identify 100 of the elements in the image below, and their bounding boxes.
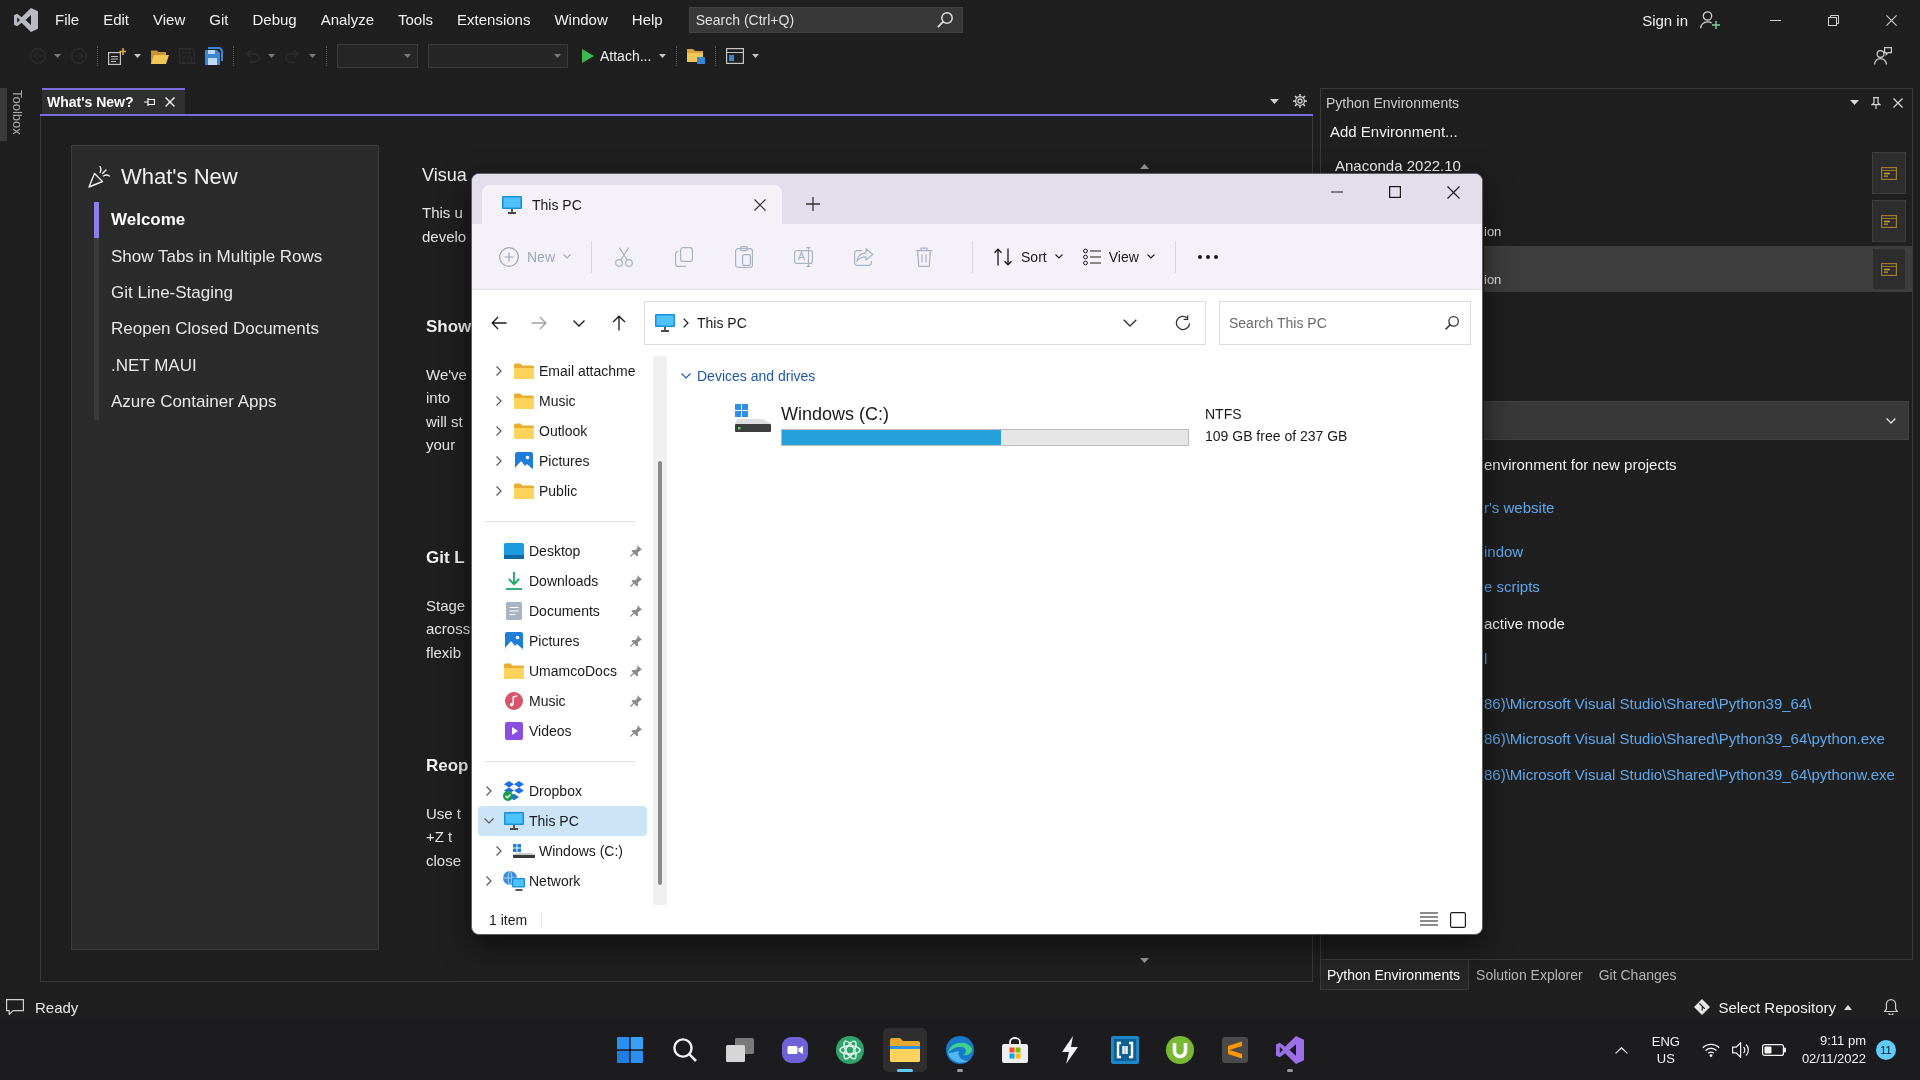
chevron-up-icon[interactable] xyxy=(1614,1046,1628,1054)
open-folder-icon[interactable] xyxy=(151,48,169,64)
restore-icon[interactable] xyxy=(1827,14,1839,26)
start-icon[interactable] xyxy=(617,1037,643,1063)
menu-item[interactable]: Window xyxy=(542,9,620,31)
back-arrow-icon[interactable] xyxy=(491,316,507,330)
overview-link[interactable]: r's website xyxy=(1484,499,1555,516)
new-item-icon[interactable] xyxy=(108,47,126,65)
dropdown-triangle-icon[interactable] xyxy=(1850,100,1859,105)
search-icon[interactable] xyxy=(673,1038,697,1062)
nav-item[interactable]: Outlook xyxy=(478,416,647,446)
u-letter-circle-icon[interactable] xyxy=(1166,1036,1194,1064)
scroll-thumb[interactable] xyxy=(658,461,662,885)
repository-button[interactable]: Select Repository xyxy=(1694,998,1852,1016)
console-button[interactable] xyxy=(1872,152,1906,194)
nav-item[interactable]: Documents xyxy=(478,596,647,626)
tab[interactable]: This PC xyxy=(482,185,782,224)
s-letter-tile-icon[interactable] xyxy=(1222,1037,1248,1063)
drive-name[interactable]: Windows (C:) xyxy=(781,403,1189,425)
breadcrumb[interactable]: This PC xyxy=(697,315,747,331)
menu-item[interactable]: Extensions xyxy=(445,9,543,31)
attach-button[interactable]: Attach... xyxy=(582,48,652,64)
chevron-right-icon[interactable] xyxy=(496,396,502,406)
ellipsis-icon[interactable] xyxy=(1197,254,1218,259)
settings-icon[interactable] xyxy=(1293,94,1307,108)
nav-item[interactable]: Videos xyxy=(478,716,647,746)
nav-link[interactable]: Show Tabs in Multiple Rows xyxy=(94,238,378,275)
environment-name[interactable]: Anaconda 2022.10 xyxy=(1335,157,1461,174)
menu-item[interactable]: Debug xyxy=(240,9,309,31)
wifi-icon[interactable] xyxy=(1701,1043,1720,1057)
chevron-down-icon[interactable] xyxy=(573,319,585,327)
overview-link[interactable]: 86)\Microsoft Visual Studio\Shared\Python39_64\pythonw.exe xyxy=(1484,766,1895,783)
menu-item[interactable]: Tools xyxy=(386,9,446,31)
nav-item[interactable]: Email attachme xyxy=(478,356,647,386)
chevron-right-icon[interactable] xyxy=(496,426,502,436)
menu-item[interactable]: Help xyxy=(619,9,675,31)
battery-icon[interactable] xyxy=(1761,1044,1786,1056)
environment-row[interactable]: ion xyxy=(1484,198,1872,244)
menu-item[interactable]: Edit xyxy=(91,9,142,31)
nav-item[interactable]: Downloads xyxy=(478,566,647,596)
ribbon-logo-icon[interactable] xyxy=(1276,1036,1304,1064)
view-button[interactable]: View xyxy=(1072,238,1165,275)
folder-icon[interactable] xyxy=(890,1038,920,1062)
toolbox-tab[interactable]: Toolbox xyxy=(0,88,29,141)
list-view-icon[interactable] xyxy=(1420,911,1438,926)
pin-icon[interactable] xyxy=(1871,96,1881,109)
nav-item[interactable]: Music xyxy=(478,386,647,416)
clock-date[interactable]: 02/11/2022 xyxy=(1801,1050,1866,1068)
menu-item[interactable]: Git xyxy=(197,9,241,31)
environment-row[interactable]: ion xyxy=(1484,246,1872,292)
clock-time[interactable]: 9:11 pm xyxy=(1820,1032,1866,1050)
bracket-square-icon[interactable] xyxy=(1111,1036,1139,1064)
input-language[interactable]: US xyxy=(1656,1050,1675,1067)
lightning-icon[interactable] xyxy=(1061,1036,1079,1064)
close-icon[interactable] xyxy=(754,198,766,211)
scroll-up-icon[interactable] xyxy=(1139,164,1149,169)
chevron-down-icon[interactable] xyxy=(681,373,691,379)
caret-icon[interactable] xyxy=(752,54,760,58)
scroll-down-icon[interactable] xyxy=(1139,958,1149,963)
drive-icon[interactable] xyxy=(735,404,771,432)
menu-item[interactable]: View xyxy=(141,9,198,31)
nav-item[interactable]: Public xyxy=(478,476,647,506)
overview-link[interactable]: 86)\Microsoft Visual Studio\Shared\Python39_64\ xyxy=(1484,695,1812,712)
sort-button[interactable]: Sort xyxy=(983,238,1073,275)
nav-link[interactable]: Git Line-Staging xyxy=(94,274,378,312)
caret-icon[interactable] xyxy=(659,54,667,58)
chevron-right-icon[interactable] xyxy=(496,846,502,856)
bell-icon[interactable] xyxy=(1884,999,1898,1015)
nav-item[interactable]: Windows (C:) xyxy=(478,836,647,866)
overlapping-windows-icon[interactable] xyxy=(726,1038,754,1062)
swirl-icon[interactable] xyxy=(946,1036,974,1064)
nav-item[interactable]: Pictures xyxy=(478,446,647,476)
add-environment-link[interactable]: Add Environment... xyxy=(1330,122,1458,140)
speech-bubble-icon[interactable] xyxy=(6,999,24,1015)
nav-item[interactable]: UmamcoDocs xyxy=(478,656,647,686)
shopping-bag-icon[interactable] xyxy=(1002,1037,1028,1063)
input-language[interactable]: ENG xyxy=(1651,1033,1680,1050)
console-button[interactable] xyxy=(1872,248,1906,290)
save-all-icon[interactable] xyxy=(205,47,223,65)
menu-item[interactable]: Analyze xyxy=(308,9,387,31)
group-header[interactable]: Devices and drives xyxy=(681,365,1482,387)
address-bar[interactable]: This PC xyxy=(644,301,1206,345)
nav-link[interactable]: .NET MAUI xyxy=(94,347,378,384)
nav-item[interactable]: This PC xyxy=(478,806,647,836)
nav-link[interactable]: Welcome xyxy=(94,202,378,239)
overview-link[interactable]: e scripts xyxy=(1484,578,1540,595)
search-field[interactable]: Search (Ctrl+Q) xyxy=(688,7,963,33)
atom-icon[interactable] xyxy=(836,1036,864,1064)
nav-item[interactable]: Pictures xyxy=(478,626,647,656)
chevron-right-icon[interactable] xyxy=(486,876,492,886)
nav-link[interactable]: Azure Container Apps xyxy=(94,383,378,421)
overview-link[interactable]: indow xyxy=(1484,543,1524,560)
close-icon[interactable] xyxy=(1446,185,1460,199)
chevron-right-icon[interactable] xyxy=(496,486,502,496)
folder-icon[interactable] xyxy=(687,48,706,64)
maximize-icon[interactable] xyxy=(1389,186,1401,198)
dropdown-triangle-icon[interactable] xyxy=(1270,98,1279,104)
menu-item[interactable]: File xyxy=(43,9,92,31)
panel-tab[interactable]: Python Environments xyxy=(1320,960,1470,990)
chevron-down-icon[interactable] xyxy=(1123,319,1137,327)
